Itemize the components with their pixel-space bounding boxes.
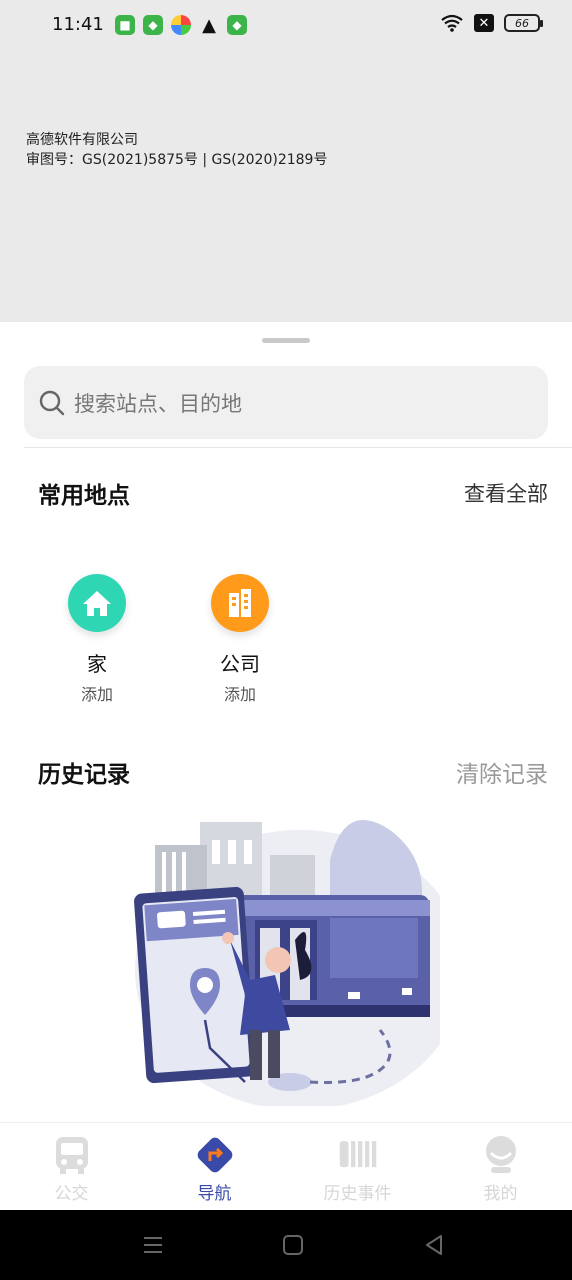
tab-label: 导航 xyxy=(197,1184,232,1204)
empty-history-illustration xyxy=(134,820,440,1106)
search-input[interactable]: 搜索站点、目的地 xyxy=(24,366,548,439)
system-navigation-bar xyxy=(0,1210,572,1280)
bottom-sheet: 搜索站点、目的地 常用地点 查看全部 家 添加 公司 添加 历史记录 清除记录 xyxy=(0,322,572,1122)
place-company[interactable]: 公司 添加 xyxy=(200,574,280,705)
navigation-icon xyxy=(195,1135,235,1175)
place-add-label: 添加 xyxy=(223,685,256,704)
map-credit: 高德软件有限公司 审图号：GS(2021)5875号 | GS(2020)218… xyxy=(26,130,327,170)
view-all-link[interactable]: 查看全部 xyxy=(464,478,548,508)
divider xyxy=(24,447,572,448)
back-icon[interactable] xyxy=(421,1232,447,1258)
status-time: 11:41 xyxy=(52,14,104,35)
system-icons: ✕ 66 xyxy=(440,14,543,32)
close-box-icon: ✕ xyxy=(474,14,494,32)
colorful-app-icon xyxy=(171,15,191,35)
tab-history-events[interactable]: 历史事件 xyxy=(286,1123,429,1210)
notification-icons: ■ ◆ ▲ ◆ xyxy=(115,14,247,36)
battery-icon: 66 xyxy=(504,14,543,32)
search-icon xyxy=(39,390,65,415)
bus-icon xyxy=(52,1135,92,1175)
history-icon xyxy=(338,1135,378,1175)
wifi-icon xyxy=(441,14,463,32)
history-title: 历史记录 xyxy=(38,762,130,788)
building-icon xyxy=(211,574,269,632)
tab-navigation[interactable]: 导航 xyxy=(143,1123,286,1210)
place-home[interactable]: 家 添加 xyxy=(57,574,137,705)
map-credit-company: 高德软件有限公司 xyxy=(26,132,138,148)
tab-label: 公交 xyxy=(54,1184,89,1204)
place-name: 公司 xyxy=(220,652,260,676)
tab-label: 我的 xyxy=(483,1184,518,1204)
drag-handle[interactable] xyxy=(262,338,310,343)
warning-icon: ▲ xyxy=(202,14,216,36)
place-add-label: 添加 xyxy=(80,685,113,704)
bottom-tab-bar: 公交 导航 历史事件 我的 xyxy=(0,1122,572,1210)
home-icon xyxy=(68,574,126,632)
android-icon: ■ xyxy=(115,15,135,35)
map-view[interactable]: 高德软件有限公司 审图号：GS(2021)5875号 | GS(2020)218… xyxy=(0,52,572,322)
frequent-places-title: 常用地点 xyxy=(38,483,130,509)
tab-profile[interactable]: 我的 xyxy=(429,1123,572,1210)
search-placeholder: 搜索站点、目的地 xyxy=(74,391,242,416)
shield-icon: ◆ xyxy=(143,15,163,35)
status-bar: 11:41 ■ ◆ ▲ ◆ ✕ 66 xyxy=(0,0,572,52)
tab-bus[interactable]: 公交 xyxy=(0,1123,143,1210)
shield-icon: ◆ xyxy=(227,15,247,35)
tab-label: 历史事件 xyxy=(323,1184,392,1204)
clear-history-link[interactable]: 清除记录 xyxy=(456,755,548,789)
profile-icon xyxy=(481,1135,521,1175)
map-credit-approval: 审图号：GS(2021)5875号 | GS(2020)2189号 xyxy=(26,152,328,168)
home-button-icon[interactable] xyxy=(280,1232,306,1258)
place-name: 家 xyxy=(87,652,107,676)
menu-icon[interactable] xyxy=(140,1232,166,1258)
